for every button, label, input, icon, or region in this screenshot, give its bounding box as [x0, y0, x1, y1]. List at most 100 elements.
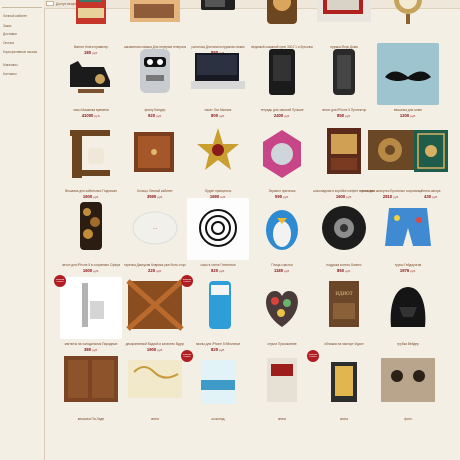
sidebar-item-payment[interactable]: Оплата — [3, 41, 14, 45]
product-image[interactable] — [377, 0, 439, 42]
product-title[interactable]: тетрадь для записей Лучшие — [251, 108, 313, 112]
sidebar-item-delivery[interactable]: Доставка — [3, 32, 17, 36]
product-image[interactable] — [377, 43, 439, 105]
svg-text:ИДИОТ: ИДИОТ — [335, 292, 352, 297]
product-image[interactable] — [313, 43, 375, 105]
product-image[interactable]: ИДИОТ — [313, 277, 375, 339]
product-title[interactable]: подушка колесо Бизнес — [313, 263, 375, 267]
product-title[interactable]: магниты на холодильник Парадные — [60, 342, 122, 346]
sidebar-item-stores[interactable]: Магазины — [3, 63, 18, 67]
product-image[interactable] — [124, 0, 186, 42]
price-value: 920 — [148, 113, 156, 118]
product-title[interactable]: вешалка Пи-Лиде — [60, 417, 122, 421]
product-title[interactable]: чехол для iPhone 5 Протектор — [313, 108, 375, 112]
product-image[interactable] — [60, 124, 122, 186]
product-title[interactable]: книга — [124, 417, 186, 421]
product-price: 920 руб. — [124, 113, 186, 118]
product-image[interactable] — [313, 0, 375, 42]
product-price: 820 руб. — [187, 268, 249, 273]
currency-label: руб. — [93, 269, 100, 273]
currency-label: руб. — [284, 114, 291, 118]
product-image[interactable] — [124, 277, 186, 339]
product-image[interactable] — [377, 352, 439, 414]
product-title[interactable]: книга — [313, 417, 375, 421]
product-image[interactable] — [313, 198, 375, 260]
product-title[interactable]: пазлы для iPhone 5 Вёсичные — [187, 342, 249, 346]
product-price: 2400 руб. — [251, 113, 313, 118]
new-badge: новинки сезона — [54, 275, 66, 287]
currency-label: руб. — [156, 269, 162, 273]
product-image[interactable] — [187, 352, 249, 414]
product-image[interactable] — [377, 277, 439, 339]
price-value: 1976 — [399, 268, 410, 273]
product-title[interactable]: декоративный Вадзой и качество Вдруг — [124, 342, 186, 346]
product-image[interactable] — [60, 277, 122, 339]
product-image[interactable] — [251, 0, 313, 42]
product-title[interactable]: Орден принцессы — [187, 189, 249, 193]
product-image[interactable] — [124, 43, 186, 105]
product-title[interactable]: Вешалка для кабельных Подписан — [60, 189, 122, 193]
price-value: 1200 — [399, 113, 410, 118]
product-image[interactable] — [400, 124, 460, 186]
sidebar-item-corporate[interactable]: Корпоративные заказы — [3, 50, 41, 54]
product-image[interactable] — [124, 124, 186, 186]
product-title[interactable]: чехол для iPhone 5 в сохраниях Сфера — [60, 263, 122, 267]
product-title[interactable]: фото — [377, 417, 439, 421]
product-image[interactable] — [60, 352, 122, 414]
product-title[interactable]: трубка Вейдер — [377, 342, 439, 346]
product-image[interactable] — [187, 124, 249, 186]
product-image[interactable]: ... — [124, 198, 186, 260]
product-image[interactable] — [251, 43, 313, 105]
product-price: 800 руб. — [187, 113, 249, 118]
product-price: 1200 руб. — [377, 113, 439, 118]
currency-label: руб. — [345, 114, 351, 118]
product-title[interactable]: книга — [251, 417, 313, 421]
new-badge: новинки сезона — [181, 350, 193, 362]
product-title[interactable]: обложка на паспорт Идиот — [313, 342, 375, 346]
product-image[interactable] — [187, 43, 249, 105]
product-image[interactable] — [187, 277, 249, 339]
product-image[interactable] — [251, 124, 313, 186]
price-value: 850 — [337, 268, 345, 273]
search-box[interactable] — [46, 1, 54, 6]
price-value: 41000 — [81, 113, 94, 118]
product-price: 1976 руб. — [377, 268, 439, 273]
sidebar-item-account[interactable]: Личный кабинет — [3, 14, 27, 18]
product-image[interactable] — [313, 352, 375, 414]
sidebar-item-order[interactable]: Заказ — [3, 24, 11, 28]
product-title[interactable]: Кольцо Личный кабинет — [124, 189, 186, 193]
product-title[interactable]: шоколад — [187, 417, 249, 421]
currency-label: руб. — [219, 269, 225, 273]
product-image[interactable] — [124, 352, 186, 414]
sidebar-item-contacts[interactable]: Контакты — [3, 72, 17, 76]
product-image[interactable] — [187, 198, 249, 260]
product-title[interactable]: Зеркало прическа — [251, 189, 313, 193]
new-badge: новинки сезона — [307, 350, 319, 362]
product-title[interactable]: часы в стиле Гипнотика — [187, 263, 249, 267]
product-image[interactable] — [60, 0, 122, 42]
product-image[interactable] — [251, 352, 313, 414]
product-image[interactable] — [251, 198, 313, 260]
product-title[interactable]: часы Машинка времени — [60, 108, 122, 112]
price-value: 2400 — [273, 113, 284, 118]
product-title[interactable]: серьги Пуссикативе — [251, 342, 313, 346]
product-image[interactable] — [187, 0, 249, 42]
product-price: 220 руб. — [124, 268, 186, 273]
currency-label: руб. — [284, 269, 290, 273]
product-title[interactable]: Птица счастья — [251, 263, 313, 267]
price-value: 850 — [337, 113, 345, 118]
product-image[interactable] — [60, 43, 122, 105]
product-image[interactable] — [251, 277, 313, 339]
price-value: 800 — [211, 113, 219, 118]
currency-label: руб. — [410, 114, 417, 118]
product-title[interactable]: флягу Бендер — [124, 108, 186, 112]
product-title[interactable]: Книга-шпора — [400, 189, 460, 193]
product-image[interactable] — [60, 198, 122, 260]
product-title[interactable]: трусы Гейдарогия — [377, 263, 439, 267]
product-image[interactable] — [377, 198, 439, 260]
product-title[interactable]: вешалка для шляп — [377, 108, 439, 112]
currency-label: руб. — [410, 269, 417, 273]
currency-label: руб. — [156, 114, 162, 118]
product-title[interactable]: тарелка Дискусия Коврика уже быть сторож… — [124, 263, 186, 267]
product-title[interactable]: пакет Лос Мьюзик — [187, 108, 249, 112]
